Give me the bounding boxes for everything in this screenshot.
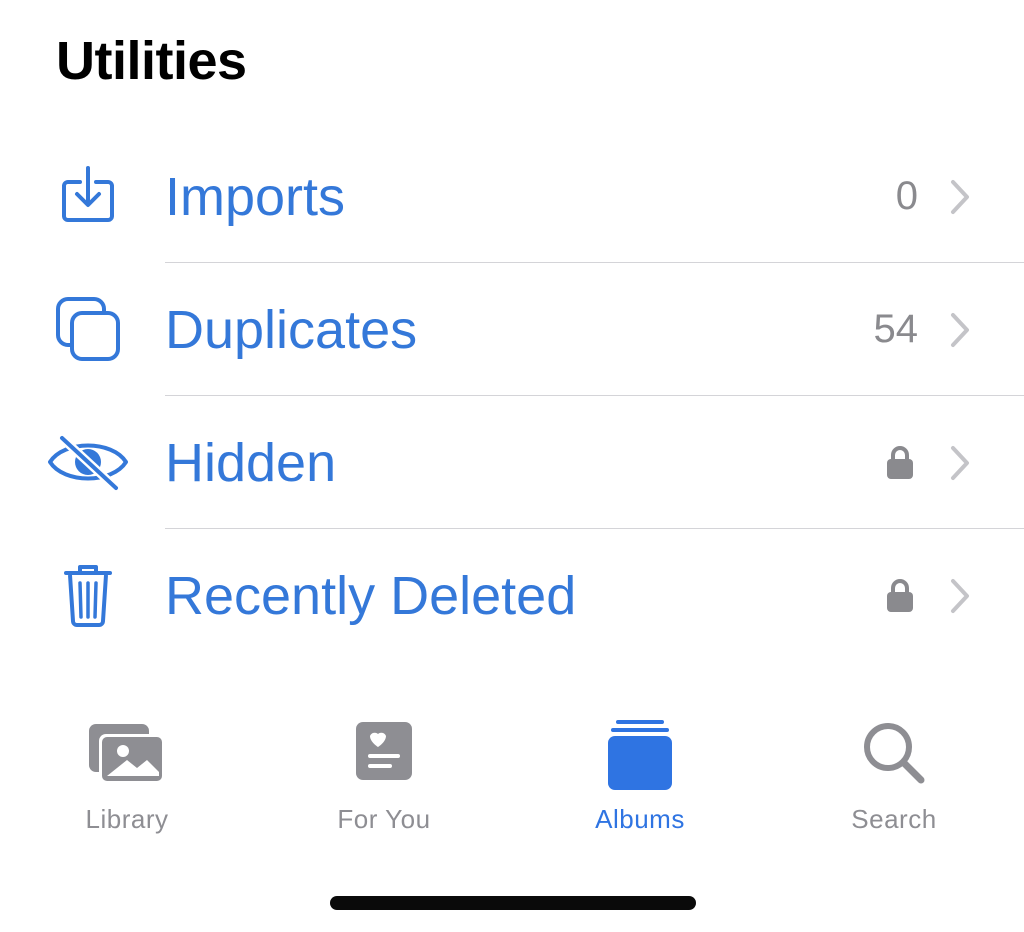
tab-label: Library xyxy=(85,804,169,834)
chevron-right-icon xyxy=(948,177,972,217)
chevron-right-icon xyxy=(948,576,972,616)
row-count: 0 xyxy=(895,174,918,218)
duplicates-icon xyxy=(46,297,130,361)
row-label: Imports xyxy=(165,167,346,227)
tab-label: Albums xyxy=(595,804,685,834)
tab-search[interactable]: Search xyxy=(784,712,1004,852)
row-label: Recently Deleted xyxy=(165,566,577,626)
tab-albums[interactable]: Albums xyxy=(530,712,750,852)
section-title: Utilities xyxy=(56,31,247,91)
magnifier-icon xyxy=(861,720,927,791)
row-count: 54 xyxy=(873,307,919,351)
row-hidden[interactable]: Hidden xyxy=(0,396,1024,529)
trash-icon xyxy=(46,563,130,627)
albums-icon xyxy=(606,720,674,797)
chevron-right-icon xyxy=(948,443,972,483)
tab-label: For You xyxy=(337,804,431,834)
for-you-icon xyxy=(354,720,414,787)
lock-icon xyxy=(886,444,914,480)
eye-slash-icon xyxy=(46,430,130,494)
row-label: Hidden xyxy=(165,433,337,493)
row-recently-deleted[interactable]: Recently Deleted xyxy=(0,529,1024,662)
lock-icon xyxy=(886,577,914,613)
chevron-right-icon xyxy=(948,310,972,350)
tab-for-you[interactable]: For You xyxy=(274,712,494,852)
tab-label: Search xyxy=(851,804,937,834)
tab-bar: Library For You Albums Search xyxy=(0,712,1024,852)
home-indicator[interactable] xyxy=(330,896,696,910)
row-label: Duplicates xyxy=(165,300,418,360)
row-imports[interactable]: Imports 0 xyxy=(0,130,1024,263)
tab-library[interactable]: Library xyxy=(17,712,237,852)
import-icon xyxy=(46,164,130,228)
utilities-list: Imports 0 Duplicates 54 Hidden Recently … xyxy=(0,130,1024,662)
row-duplicates[interactable]: Duplicates 54 xyxy=(0,263,1024,396)
photo-stack-icon xyxy=(87,720,167,791)
